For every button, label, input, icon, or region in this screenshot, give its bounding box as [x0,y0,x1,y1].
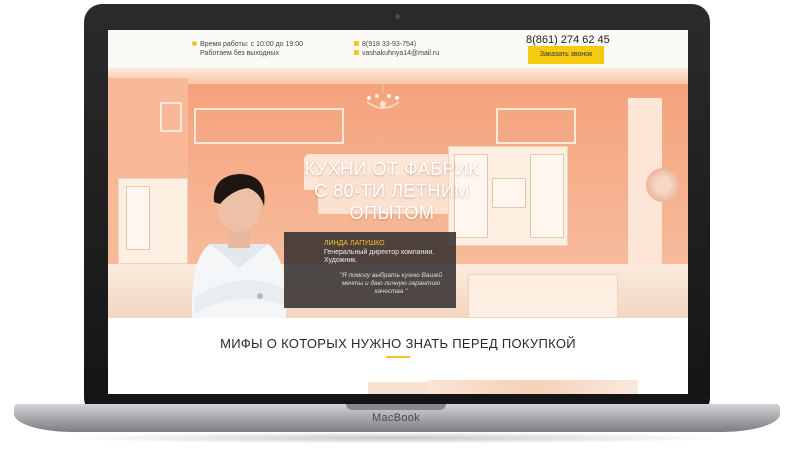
hours-line2: Работаем без выходных [200,50,279,57]
hero-title-line1: КУХНИ ОТ ФАБРИК [304,159,480,179]
callback-button[interactable]: Заказать звонок [528,46,604,64]
cabinet-glass [530,154,564,238]
chandelier-icon [366,80,400,109]
phone-number[interactable]: 8(861) 274 62 45 [526,34,610,46]
hero-title-line2: С 80-ТИ ЛЕТНИМ ОПЫТОМ [314,181,470,223]
myths-title: МИФЫ О КОТОРЫХ НУЖНО ЗНАТЬ ПЕРЕД ПОКУПКО… [220,336,576,351]
director-name: ЛИНДА ЛАПУШКО [324,240,385,247]
site-header: Время работы: с 10:00 до 19:00 Работаем … [108,30,688,68]
mobile-number[interactable]: 8(918 33-93-754) [362,41,416,48]
lower-cabinets [468,274,618,318]
cabinet-glass [126,186,150,250]
wall-panel [160,102,182,132]
laptop-shadow [60,432,732,444]
director-photo [191,174,287,318]
laptop-brand-label: MacBook [372,412,420,424]
director-quote-box: ЛИНДА ЛАПУШКО Генеральный директор компа… [284,232,456,308]
mail-icon [354,50,359,55]
contacts: 8(918 33-93-754) vashakuhnya14@mail.ru [354,40,439,58]
website-screen: Время работы: с 10:00 до 19:00 Работаем … [108,30,688,394]
laptop-notch [346,404,446,410]
camera-icon [395,14,400,19]
section-image-left [368,382,428,394]
hero-title: КУХНИ ОТ ФАБРИК С 80-ТИ ЛЕТНИМ ОПЫТОМ [292,158,492,224]
hours-line1: Время работы: с 10:00 до 19:00 [200,41,304,48]
title-underline [386,356,410,358]
shelf-plates [492,178,526,208]
wall-panel [194,108,344,144]
decor-rosette [646,168,680,202]
mobile-icon [354,41,359,46]
wall-panel [496,108,576,144]
clock-icon [192,41,197,46]
director-quote: "Я помогу выбрать кухню Вашей мечты и да… [339,272,443,295]
section-image [428,380,638,394]
director-role: Генеральный директор компании. Художник. [324,249,435,264]
email-link[interactable]: vashakuhnya14@mail.ru [362,50,439,57]
working-hours: Время работы: с 10:00 до 19:00 Работаем … [192,40,303,58]
myths-section: МИФЫ О КОТОРЫХ НУЖНО ЗНАТЬ ПЕРЕД ПОКУПКО… [108,318,688,394]
